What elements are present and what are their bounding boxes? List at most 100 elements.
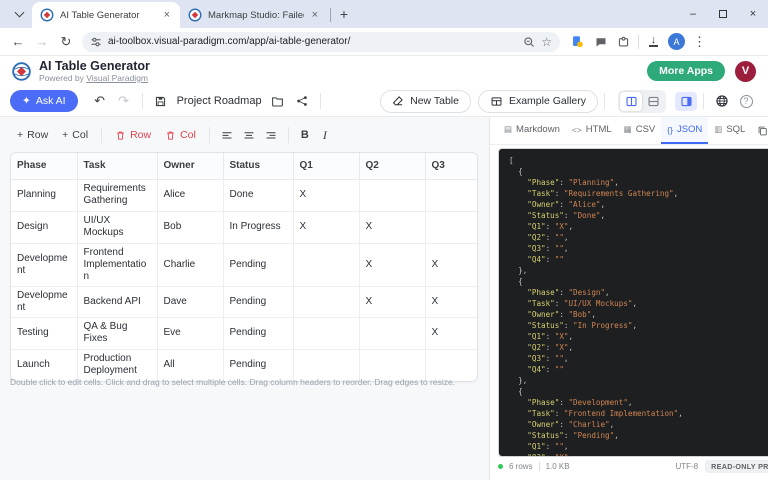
table-cell[interactable]: X (293, 211, 359, 243)
tab-close-icon[interactable]: × (310, 9, 320, 21)
table-cell[interactable]: UI/UX Mockups (77, 211, 157, 243)
table-cell[interactable]: Bob (157, 211, 223, 243)
language-button[interactable] (710, 90, 734, 112)
table-cell[interactable]: QA & Bug Fixes (77, 317, 157, 349)
delete-col-button[interactable]: Col (158, 124, 203, 146)
more-apps-button[interactable]: More Apps (647, 61, 725, 81)
window-maximize-button[interactable] (708, 0, 738, 28)
align-center-button[interactable] (238, 124, 260, 146)
json-preview-editor[interactable]: [ { "Phase": "Planning", "Task": "Requir… (498, 148, 768, 457)
table-cell[interactable]: Development (11, 243, 77, 286)
save-button[interactable] (149, 90, 173, 112)
table-cell[interactable]: Pending (223, 286, 293, 317)
column-header-q1[interactable]: Q1 (293, 153, 359, 179)
add-row-button[interactable]: +Row (10, 124, 55, 146)
gallery-icon (490, 95, 503, 108)
table-cell[interactable] (293, 243, 359, 286)
ask-ai-button[interactable]: ✦ Ask AI (10, 90, 78, 112)
browser-menu-kebab-icon[interactable]: ⋮ (688, 30, 711, 54)
toggle-right-panel-button[interactable] (675, 92, 697, 111)
table-cell[interactable]: Development (11, 286, 77, 317)
extensions-puzzle-icon[interactable] (612, 30, 635, 54)
table-cell[interactable] (293, 317, 359, 349)
address-bar[interactable]: ai-toolbox.visual-paradigm.com/app/ai-ta… (82, 32, 560, 52)
share-button[interactable] (290, 90, 314, 112)
back-button[interactable]: ← (6, 30, 30, 54)
align-right-button[interactable] (260, 124, 282, 146)
open-project-button[interactable] (266, 90, 290, 112)
tab-markdown[interactable]: ▤Markdown (498, 117, 566, 144)
account-avatar[interactable]: V (735, 61, 756, 82)
table-cell[interactable]: X (425, 243, 478, 286)
column-header-status[interactable]: Status (223, 153, 293, 179)
site-settings-icon[interactable] (90, 36, 102, 48)
table-cell[interactable]: Charlie (157, 243, 223, 286)
project-name[interactable]: Project Roadmap (177, 95, 262, 107)
downloads-button[interactable]: ↓ (642, 30, 665, 54)
tab-close-icon[interactable]: × (162, 9, 172, 21)
table-cell[interactable] (293, 286, 359, 317)
browser-tab-inactive[interactable]: Markmap Studio: Failed to ope × (180, 2, 328, 28)
redo-button[interactable]: ↷ (112, 90, 136, 112)
column-header-task[interactable]: Task (77, 153, 157, 179)
table-cell[interactable]: Eve (157, 317, 223, 349)
column-header-phase[interactable]: Phase (11, 153, 77, 179)
table-cell[interactable]: Pending (223, 243, 293, 286)
help-button[interactable]: ? (734, 90, 758, 112)
tab-csv[interactable]: ▦CSV (618, 117, 662, 144)
table-cell[interactable]: Done (223, 179, 293, 211)
column-header-q2[interactable]: Q2 (359, 153, 425, 179)
table-cell[interactable]: Pending (223, 317, 293, 349)
table-cell[interactable]: Frontend Implementation (77, 243, 157, 286)
tab-json[interactable]: {}JSON (661, 117, 708, 144)
visual-paradigm-favicon (188, 8, 202, 22)
table-cell[interactable]: X (359, 243, 425, 286)
table-cell[interactable] (359, 179, 425, 211)
table-cell[interactable]: Alice (157, 179, 223, 211)
window-minimize-button[interactable]: – (678, 0, 708, 28)
visual-paradigm-link[interactable]: Visual Paradigm (86, 73, 148, 83)
bookmark-star-icon[interactable]: ☆ (541, 35, 552, 49)
table-cell[interactable]: Planning (11, 179, 77, 211)
align-left-button[interactable] (216, 124, 238, 146)
table-cell[interactable] (425, 179, 478, 211)
tab-sql[interactable]: ▥SQL (708, 117, 751, 144)
example-gallery-button[interactable]: Example Gallery (478, 90, 598, 113)
table-cell[interactable] (425, 211, 478, 243)
comment-icon[interactable] (589, 30, 612, 54)
table-cell[interactable] (359, 317, 425, 349)
zoom-out-icon[interactable] (523, 36, 535, 48)
tab-html[interactable]: <>HTML (566, 117, 618, 144)
table-cell[interactable]: Testing (11, 317, 77, 349)
url-text[interactable]: ai-toolbox.visual-paradigm.com/app/ai-ta… (108, 36, 517, 47)
column-header-owner[interactable]: Owner (157, 153, 223, 179)
table-cell[interactable]: Backend API (77, 286, 157, 317)
browser-tab-active[interactable]: AI Table Generator × (32, 2, 180, 28)
table-cell[interactable]: X (425, 286, 478, 317)
new-table-button[interactable]: New Table (380, 90, 471, 113)
new-tab-button[interactable]: + (333, 3, 355, 25)
table-cell[interactable]: X (359, 211, 425, 243)
table-cell[interactable]: X (293, 179, 359, 211)
table-cell[interactable]: Requirements Gathering (77, 179, 157, 211)
layout-split-vertical-button[interactable] (620, 92, 642, 111)
table-cell[interactable]: Design (11, 211, 77, 243)
tab-search-button[interactable] (6, 3, 32, 25)
window-close-button[interactable]: × (738, 0, 768, 28)
add-col-button[interactable]: +Col (55, 124, 95, 146)
column-header-q3[interactable]: Q3 (425, 153, 478, 179)
lens-extension-icon[interactable] (566, 30, 589, 54)
forward-button[interactable]: → (30, 30, 54, 54)
profile-avatar[interactable]: A (665, 30, 688, 54)
reload-button[interactable]: ↻ (54, 30, 78, 54)
copy-button[interactable] (751, 120, 768, 142)
undo-button[interactable]: ↶ (88, 90, 112, 112)
delete-row-button[interactable]: Row (108, 124, 158, 146)
bold-button[interactable]: B (295, 129, 315, 141)
table-cell[interactable]: X (359, 286, 425, 317)
table-cell[interactable]: In Progress (223, 211, 293, 243)
italic-button[interactable]: I (315, 128, 335, 143)
table-cell[interactable]: X (425, 317, 478, 349)
layout-split-horizontal-button[interactable] (642, 92, 664, 111)
table-cell[interactable]: Dave (157, 286, 223, 317)
